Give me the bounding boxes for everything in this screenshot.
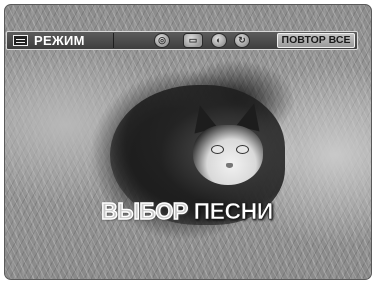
mode-label: РЕЖИМ [34, 33, 85, 48]
chapter-icon[interactable]: ◐ [211, 33, 227, 48]
mode-menu-icon [13, 35, 28, 46]
song-select-caption: ВЫБОР ПЕСНИ [0, 197, 374, 225]
playlist-icon[interactable]: ▭ [183, 33, 203, 48]
cat-nose [226, 163, 233, 168]
repeat-icon[interactable]: ↻ [234, 33, 250, 48]
caption-word-song: ПЕСНИ [193, 198, 273, 225]
cat-eye-left [211, 145, 224, 154]
cat-eye-right [236, 145, 249, 154]
cat-photo-face [193, 125, 263, 185]
mode-button[interactable]: РЕЖИМ [9, 33, 114, 48]
repeat-all-button[interactable]: ПОВТОР ВСЕ [277, 33, 355, 48]
disc-icon[interactable]: ◎ [154, 33, 170, 48]
osd-toolbar: РЕЖИМ ◎ ▭ ◐ ↻ ПОВТОР ВСЕ [6, 31, 358, 50]
caption-word-select: ВЫБОР [101, 197, 189, 224]
